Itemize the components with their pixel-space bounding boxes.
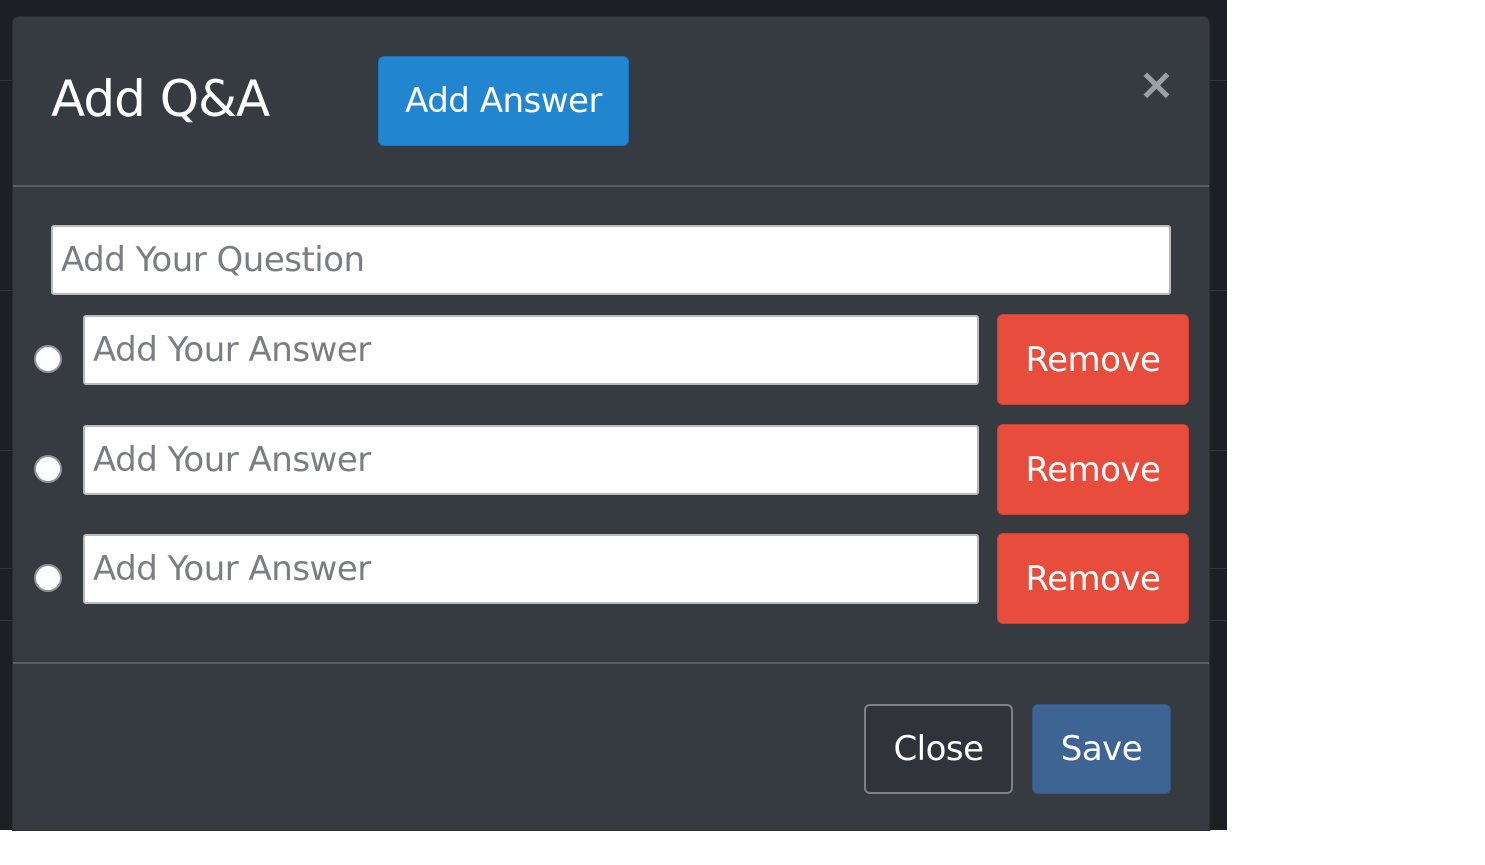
correct-answer-radio[interactable] — [34, 345, 62, 373]
save-button[interactable]: Save — [1032, 704, 1171, 794]
modal-body: Remove Remove Remove — [13, 187, 1209, 662]
answer-row: Remove — [13, 314, 1209, 407]
add-answer-button[interactable]: Add Answer — [378, 56, 629, 146]
close-icon[interactable]: × — [1138, 63, 1175, 107]
correct-answer-radio[interactable] — [34, 564, 62, 592]
modal-footer: Close Save — [13, 662, 1209, 832]
answer-input[interactable] — [83, 315, 979, 385]
remove-answer-button[interactable]: Remove — [997, 533, 1189, 624]
close-button[interactable]: Close — [864, 704, 1013, 794]
answer-row: Remove — [13, 533, 1209, 626]
modal-title: Add Q&A — [51, 70, 270, 128]
answer-row: Remove — [13, 424, 1209, 517]
question-input[interactable] — [51, 225, 1171, 295]
modal-header: Add Q&A Add Answer × — [13, 17, 1209, 187]
remove-answer-button[interactable]: Remove — [997, 314, 1189, 405]
remove-answer-button[interactable]: Remove — [997, 424, 1189, 515]
correct-answer-radio[interactable] — [34, 455, 62, 483]
add-qa-modal: Add Q&A Add Answer × Remove Remove Remov… — [13, 17, 1209, 830]
answer-input[interactable] — [83, 534, 979, 604]
answer-input[interactable] — [83, 425, 979, 495]
